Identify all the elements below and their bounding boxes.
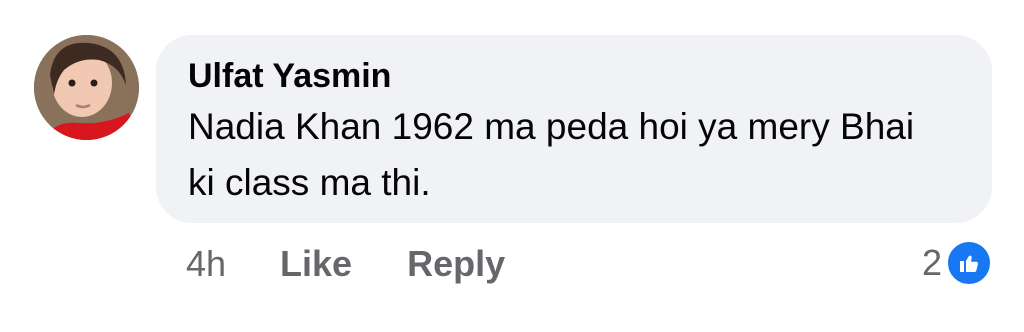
comment-timestamp[interactable]: 4h [186, 243, 226, 285]
comment-text: Nadia Khan 1962 ma peda hoi ya mery Bhai… [188, 106, 915, 203]
comment-author[interactable]: Ulfat Yasmin [188, 55, 960, 97]
thumbs-up-icon [946, 240, 992, 286]
avatar[interactable] [34, 35, 139, 140]
comment-bubble: Ulfat Yasmin Nadia Khan 1962 ma peda hoi… [156, 35, 992, 223]
like-button[interactable]: Like [280, 243, 352, 285]
comment-actions: 4h Like Reply [186, 236, 560, 292]
reaction-summary[interactable]: 2 [922, 238, 992, 288]
reaction-count: 2 [921, 242, 942, 283]
avatar-image [34, 35, 139, 140]
reply-button[interactable]: Reply [407, 243, 505, 285]
